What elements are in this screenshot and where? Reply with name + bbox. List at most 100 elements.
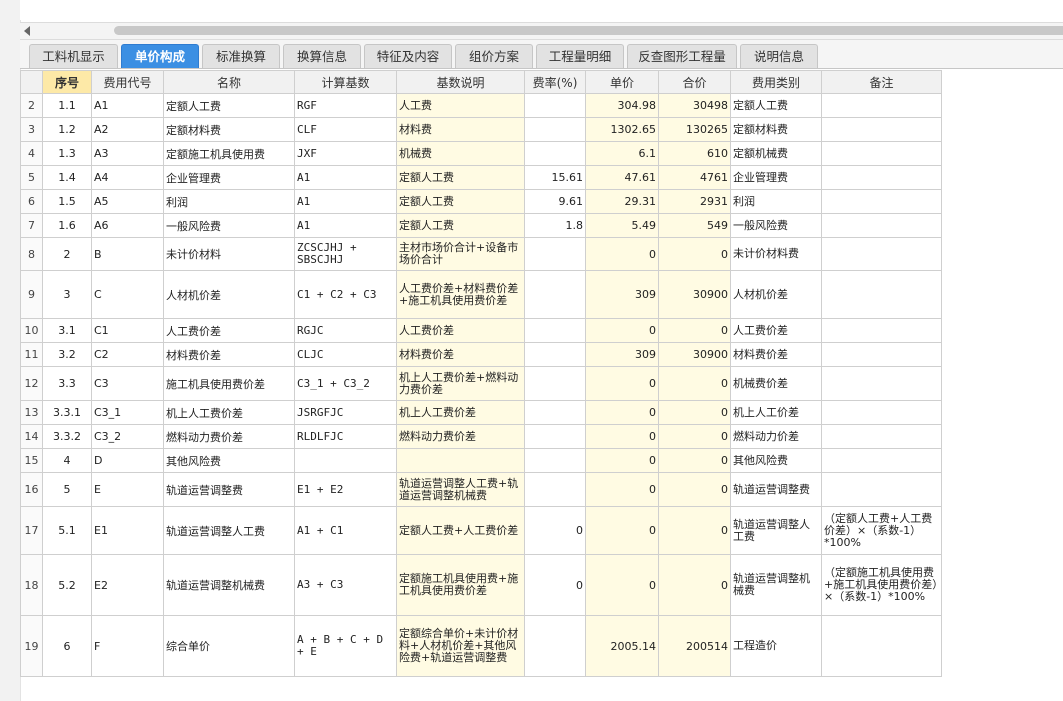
header-note[interactable]: 备注 <box>821 70 942 94</box>
table-row[interactable]: 15 4 D 其他风险费 0 0 其他风险费 <box>20 448 942 473</box>
cell-name[interactable]: 综合单价 <box>163 615 295 677</box>
cell-category[interactable]: 人材机价差 <box>730 270 822 319</box>
cell-desc[interactable] <box>396 448 525 473</box>
row-number[interactable]: 17 <box>20 506 43 555</box>
cell-category[interactable]: 定额机械费 <box>730 141 822 166</box>
cell-code[interactable]: A6 <box>91 213 164 238</box>
cell-seq[interactable]: 3.2 <box>42 342 92 367</box>
cell-base[interactable]: A1 + C1 <box>294 506 397 555</box>
cell-base[interactable]: JSRGFJC <box>294 400 397 425</box>
cell-name[interactable]: 未计价材料 <box>163 237 295 271</box>
cell-name[interactable]: 定额材料费 <box>163 117 295 142</box>
cell-base[interactable]: A1 <box>294 189 397 214</box>
cell-seq[interactable]: 3.3 <box>42 366 92 401</box>
cell-total[interactable]: 30900 <box>658 342 731 367</box>
cell-total[interactable]: 0 <box>658 424 731 449</box>
cell-unit-price[interactable]: 309 <box>585 342 659 367</box>
row-number[interactable]: 11 <box>20 342 43 367</box>
cell-total[interactable]: 30498 <box>658 93 731 118</box>
table-row[interactable]: 17 5.1 E1 轨道运营调整人工费 A1 + C1 定额人工费+人工费价差 0 0 0 轨道运… <box>20 506 942 555</box>
tab-reverse-graphic-quantity[interactable]: 反查图形工程量 <box>627 44 737 68</box>
table-row[interactable]: 7 1.6 A6 一般风险费 A1 定额人工费 1.8 5.49 549 一般风险费 <box>20 213 942 238</box>
cell-total[interactable]: 549 <box>658 213 731 238</box>
cell-note[interactable]: （定额人工费+人工费价差）×（系数-1）*100% <box>821 506 942 555</box>
cell-total[interactable]: 30900 <box>658 270 731 319</box>
cell-code[interactable]: C3_1 <box>91 400 164 425</box>
cell-note[interactable] <box>821 270 942 319</box>
cell-note[interactable] <box>821 366 942 401</box>
cell-base[interactable]: CLF <box>294 117 397 142</box>
cell-seq[interactable]: 1.3 <box>42 141 92 166</box>
table-row[interactable]: 5 1.4 A4 企业管理费 A1 定额人工费 15.61 47.61 4761 企业管理费 <box>20 165 942 190</box>
row-number[interactable]: 10 <box>20 318 43 343</box>
cell-category[interactable]: 轨道运营调整人工费 <box>730 506 822 555</box>
cell-seq[interactable]: 5 <box>42 472 92 507</box>
cell-rate[interactable] <box>524 342 586 367</box>
tab-unit-price-composition[interactable]: 单价构成 <box>121 44 199 68</box>
cell-unit-price[interactable]: 6.1 <box>585 141 659 166</box>
cell-desc[interactable]: 定额人工费 <box>396 213 525 238</box>
cell-note[interactable] <box>821 448 942 473</box>
cell-base[interactable]: E1 + E2 <box>294 472 397 507</box>
cell-note[interactable] <box>821 400 942 425</box>
cell-unit-price[interactable]: 309 <box>585 270 659 319</box>
cell-base[interactable] <box>294 448 397 473</box>
cell-rate[interactable]: 15.61 <box>524 165 586 190</box>
cell-note[interactable] <box>821 342 942 367</box>
cell-code[interactable]: C1 <box>91 318 164 343</box>
cell-desc[interactable]: 定额施工机具使用费+施工机具使用费价差 <box>396 554 525 616</box>
cell-unit-price[interactable]: 0 <box>585 366 659 401</box>
cell-code[interactable]: A5 <box>91 189 164 214</box>
cell-name[interactable]: 轨道运营调整机械费 <box>163 554 295 616</box>
table-row[interactable]: 6 1.5 A5 利润 A1 定额人工费 9.61 29.31 2931 利润 <box>20 189 942 214</box>
header-total[interactable]: 合价 <box>658 70 731 94</box>
cell-total[interactable]: 2931 <box>658 189 731 214</box>
cell-seq[interactable]: 4 <box>42 448 92 473</box>
cell-note[interactable] <box>821 189 942 214</box>
cell-rate[interactable] <box>524 237 586 271</box>
table-row[interactable]: 8 2 B 未计价材料 ZCSCJHJ + SBSCJHJ 主材市场价合计+设备市场价合计… <box>20 237 942 271</box>
cell-category[interactable]: 机械费价差 <box>730 366 822 401</box>
cell-unit-price[interactable]: 0 <box>585 237 659 271</box>
header-category[interactable]: 费用类别 <box>730 70 822 94</box>
cell-unit-price[interactable]: 0 <box>585 424 659 449</box>
cell-note[interactable] <box>821 237 942 271</box>
cell-total[interactable]: 4761 <box>658 165 731 190</box>
header-name[interactable]: 名称 <box>163 70 295 94</box>
cell-code[interactable]: A2 <box>91 117 164 142</box>
row-number[interactable]: 19 <box>20 615 43 677</box>
table-row[interactable]: 2 1.1 A1 定额人工费 RGF 人工费 304.98 30498 定额人工费 <box>20 93 942 118</box>
table-row[interactable]: 18 5.2 E2 轨道运营调整机械费 A3 + C3 定额施工机具使用费+施工机具使用费… <box>20 554 942 616</box>
cell-desc[interactable]: 机械费 <box>396 141 525 166</box>
cell-rate[interactable] <box>524 615 586 677</box>
table-row[interactable]: 11 3.2 C2 材料费价差 CLJC 材料费价差 309 30900 材料费价差 <box>20 342 942 367</box>
cell-total[interactable]: 0 <box>658 366 731 401</box>
cell-seq[interactable]: 3 <box>42 270 92 319</box>
cell-unit-price[interactable]: 5.49 <box>585 213 659 238</box>
header-unit-price[interactable]: 单价 <box>585 70 659 94</box>
cell-rate[interactable] <box>524 270 586 319</box>
cell-category[interactable]: 燃料动力价差 <box>730 424 822 449</box>
row-number[interactable]: 14 <box>20 424 43 449</box>
cell-seq[interactable]: 6 <box>42 615 92 677</box>
cell-category[interactable]: 工程造价 <box>730 615 822 677</box>
tab-features-content[interactable]: 特征及内容 <box>364 44 452 68</box>
cell-seq[interactable]: 1.1 <box>42 93 92 118</box>
cell-code[interactable]: C2 <box>91 342 164 367</box>
cell-unit-price[interactable]: 2005.14 <box>585 615 659 677</box>
header-base[interactable]: 计算基数 <box>294 70 397 94</box>
cell-name[interactable]: 施工机具使用费价差 <box>163 366 295 401</box>
cell-category[interactable]: 轨道运营调整机械费 <box>730 554 822 616</box>
cell-total[interactable]: 0 <box>658 237 731 271</box>
tab-description-info[interactable]: 说明信息 <box>740 44 818 68</box>
cell-total[interactable]: 0 <box>658 448 731 473</box>
cell-name[interactable]: 机上人工费价差 <box>163 400 295 425</box>
cell-code[interactable]: D <box>91 448 164 473</box>
cell-unit-price[interactable]: 1302.65 <box>585 117 659 142</box>
row-number[interactable]: 12 <box>20 366 43 401</box>
cell-code[interactable]: A4 <box>91 165 164 190</box>
cell-desc[interactable]: 定额人工费 <box>396 189 525 214</box>
cell-note[interactable] <box>821 213 942 238</box>
table-row[interactable]: 4 1.3 A3 定额施工机具使用费 JXF 机械费 6.1 610 定额机械费 <box>20 141 942 166</box>
row-number[interactable]: 2 <box>20 93 43 118</box>
